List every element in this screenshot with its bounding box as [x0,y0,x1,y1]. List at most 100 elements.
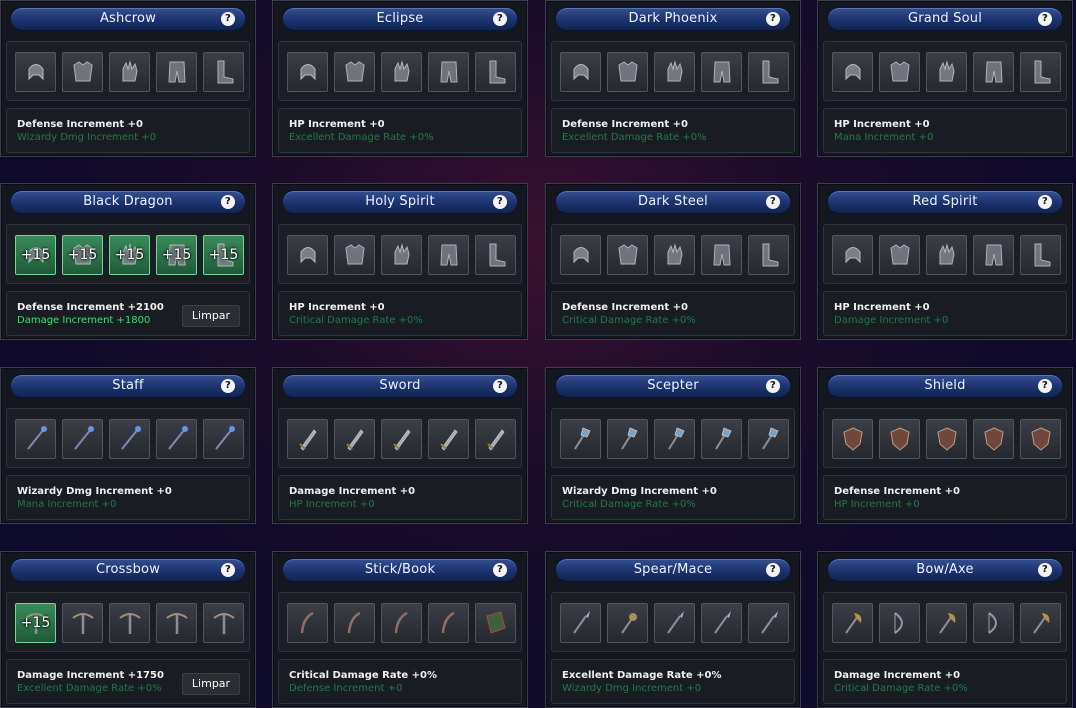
item-slot[interactable]: +15 [109,235,150,275]
item-slot[interactable] [748,419,789,459]
item-slot[interactable] [560,52,601,92]
item-slot[interactable] [973,52,1014,92]
item-slot[interactable] [475,52,516,92]
help-icon[interactable]: ? [766,12,780,26]
item-slot[interactable] [381,235,422,275]
item-slot[interactable] [287,603,328,643]
item-slot[interactable] [62,52,103,92]
item-slot[interactable] [428,52,469,92]
item-slot[interactable] [109,419,150,459]
item-slot[interactable] [475,235,516,275]
item-slot[interactable] [973,419,1014,459]
help-icon[interactable]: ? [1038,12,1052,26]
help-icon[interactable]: ? [221,563,235,577]
help-icon[interactable]: ? [766,379,780,393]
item-slot[interactable] [654,235,695,275]
help-icon[interactable]: ? [766,563,780,577]
item-slot[interactable] [607,52,648,92]
item-slot[interactable] [654,52,695,92]
item-slot[interactable] [203,603,244,643]
item-slot[interactable] [334,603,375,643]
item-slot[interactable] [15,419,56,459]
item-slot[interactable] [607,603,648,643]
item-slot[interactable] [654,419,695,459]
item-slot[interactable] [879,235,920,275]
item-slot[interactable] [879,603,920,643]
item-slot[interactable] [560,235,601,275]
item-slot[interactable] [287,235,328,275]
item-slot[interactable] [428,603,469,643]
item-slot[interactable] [926,235,967,275]
item-slot[interactable] [832,603,873,643]
item-slot[interactable]: +15 [15,603,56,643]
help-icon[interactable]: ? [1038,195,1052,209]
item-slot[interactable] [156,52,197,92]
help-icon[interactable]: ? [766,195,780,209]
item-slot[interactable] [701,603,742,643]
item-slot[interactable] [287,52,328,92]
help-icon[interactable]: ? [493,12,507,26]
item-slot[interactable] [1020,235,1061,275]
help-icon[interactable]: ? [1038,563,1052,577]
item-slot[interactable] [1020,52,1061,92]
panel-title: Crossbow [95,562,161,577]
item-slot[interactable] [973,235,1014,275]
item-slot[interactable] [701,235,742,275]
item-slot[interactable] [428,235,469,275]
item-slot[interactable] [560,419,601,459]
item-slot[interactable] [654,603,695,643]
clear-button[interactable]: Limpar [182,673,240,695]
item-slot[interactable]: +15 [15,235,56,275]
item-slot[interactable] [973,603,1014,643]
item-slot[interactable] [701,419,742,459]
item-slot[interactable] [1020,603,1061,643]
item-slot[interactable] [381,603,422,643]
item-slot[interactable]: +15 [62,235,103,275]
item-slot[interactable] [832,235,873,275]
item-slot[interactable] [926,52,967,92]
item-slot[interactable] [109,603,150,643]
help-icon[interactable]: ? [221,379,235,393]
clear-button[interactable]: Limpar [182,305,240,327]
help-icon[interactable]: ? [1038,379,1052,393]
item-slot[interactable] [879,419,920,459]
item-slot[interactable] [334,235,375,275]
item-slot[interactable] [109,52,150,92]
item-slot[interactable] [926,419,967,459]
item-slot[interactable] [701,52,742,92]
item-slot[interactable] [334,419,375,459]
help-icon[interactable]: ? [493,379,507,393]
item-slot[interactable] [879,52,920,92]
item-slot[interactable] [560,603,601,643]
item-slot[interactable] [381,52,422,92]
help-icon[interactable]: ? [493,195,507,209]
item-slot[interactable] [926,603,967,643]
item-slot[interactable] [748,603,789,643]
item-slot[interactable] [748,235,789,275]
item-slot[interactable] [334,52,375,92]
item-slot[interactable] [62,603,103,643]
item-slot[interactable] [203,52,244,92]
help-icon[interactable]: ? [221,12,235,26]
item-slot[interactable] [428,419,469,459]
item-slot[interactable] [832,419,873,459]
item-slot[interactable] [1020,419,1061,459]
item-slot[interactable] [156,603,197,643]
item-slot[interactable] [287,419,328,459]
item-slot[interactable] [607,419,648,459]
item-slot[interactable]: +15 [203,235,244,275]
item-slot[interactable] [475,603,516,643]
item-slot[interactable] [607,235,648,275]
item-slot[interactable] [475,419,516,459]
item-slot[interactable]: +15 [156,235,197,275]
item-slot[interactable] [62,419,103,459]
item-slot[interactable] [381,419,422,459]
item-slot[interactable] [15,52,56,92]
item-slot[interactable] [748,52,789,92]
help-icon[interactable]: ? [221,195,235,209]
item-slot[interactable] [203,419,244,459]
item-slot[interactable] [156,419,197,459]
help-icon[interactable]: ? [493,563,507,577]
primary-stat: HP Increment +0 [289,302,385,313]
item-slot[interactable] [832,52,873,92]
